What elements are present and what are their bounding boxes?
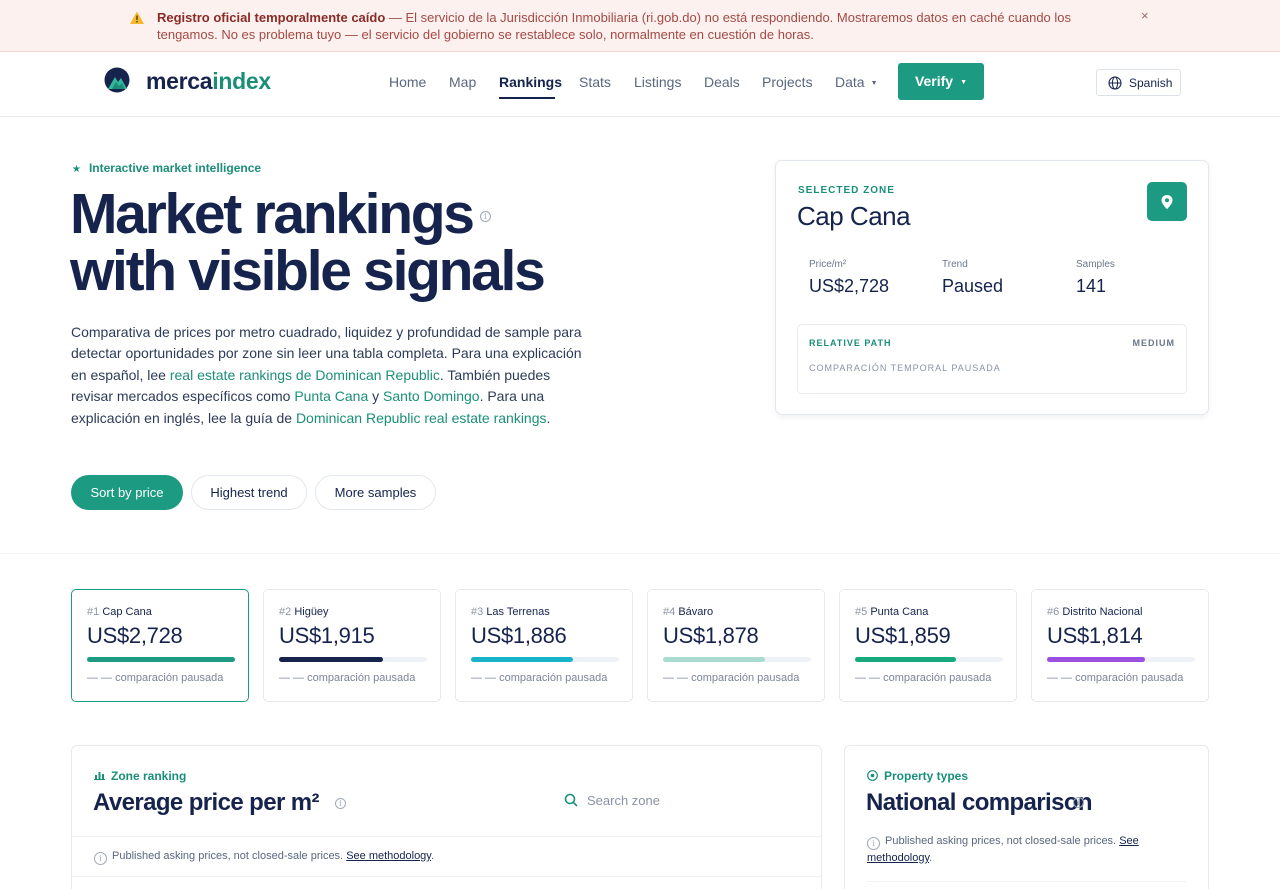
more-samples-button[interactable]: More samples — [315, 475, 436, 510]
zone-ranking-panel: Zone ranking Average price per m² i Sear… — [71, 745, 822, 889]
ranking-comparison: — — comparación pausada — [855, 672, 992, 684]
nav-data[interactable]: Data ▼ — [835, 74, 878, 90]
zone-price-value: US$2,728 — [809, 276, 890, 296]
ranking-card[interactable]: #5 Punta Cana US$1,859 — — comparación pau… — [839, 589, 1017, 702]
ranking-zone: #1 Cap Cana — [87, 606, 152, 618]
ranking-bar — [471, 657, 573, 662]
map-pin-icon — [1161, 195, 1173, 209]
chart-icon — [94, 772, 105, 780]
ranking-card[interactable]: #2 Higüey US$1,915 — — comparación pausada — [263, 589, 441, 702]
nav-projects[interactable]: Projects — [762, 74, 813, 90]
ranking-card[interactable]: #1 Cap Cana US$2,728 — — comparación pausa… — [71, 589, 249, 702]
nav-map[interactable]: Map — [449, 74, 476, 90]
methodology-note: i Published asking prices, not closed-sal… — [867, 835, 1139, 864]
ranking-card[interactable]: #4 Bávaro US$1,878 — — comparación pausada — [647, 589, 825, 702]
top-navigation: mercaindex Home Map Rankings Stats Listi… — [0, 53, 1280, 117]
language-selector[interactable]: Spanish — [1096, 69, 1181, 96]
zone-trend-value: Paused — [942, 276, 1004, 296]
ranking-bar-track — [1047, 657, 1195, 662]
nav-rankings[interactable]: Rankings — [499, 74, 562, 90]
selected-zone-name: Cap Cana — [797, 201, 911, 231]
panel-eyebrow: Property types — [867, 769, 968, 783]
search-zone-input[interactable]: Search zone — [564, 793, 660, 808]
caret-down-icon: ▼ — [870, 80, 878, 87]
zone-panel-title: Average price per m² — [93, 789, 319, 816]
hero-eyebrow: ★ Interactive market intelligence — [72, 161, 262, 175]
hero-description: Comparativa de prices por metro cuadrado… — [71, 324, 582, 426]
info-icon[interactable]: i — [335, 798, 346, 809]
path-level: MEDIUM — [1132, 338, 1175, 348]
sort-by-price-button[interactable]: Sort by price — [71, 475, 183, 510]
globe-icon — [1108, 76, 1122, 90]
logo-icon[interactable] — [104, 67, 130, 93]
ranking-comparison: — — comparación pausada — [1047, 672, 1184, 684]
nav-listings[interactable]: Listings — [634, 74, 681, 90]
alert-banner: Registro oficial temporalmente caído — E… — [0, 0, 1280, 52]
ranking-price: US$2,728 — [87, 623, 183, 648]
ranking-zone: #4 Bávaro — [663, 606, 714, 618]
ranking-price: US$1,915 — [279, 623, 375, 648]
property-types-panel: Property types National comparison i i Pu… — [844, 745, 1209, 889]
link-rankings-en[interactable]: Dominican Republic real estate rankings — [296, 410, 547, 426]
ranking-bar — [1047, 657, 1145, 662]
ranking-bar-track — [279, 657, 427, 662]
ranking-bar-track — [663, 657, 811, 662]
close-icon[interactable]: × — [1141, 8, 1149, 23]
alert-message: Registro oficial temporalmente caído — E… — [157, 10, 1072, 42]
ranking-bar — [663, 657, 765, 662]
map-pin-button[interactable] — [1147, 182, 1187, 221]
path-status: COMPARACIÓN TEMPORAL PAUSADA — [809, 363, 1001, 373]
ranking-bar — [279, 657, 383, 662]
ranking-comparison: — — comparación pausada — [471, 672, 608, 684]
nav-stats[interactable]: Stats — [579, 74, 611, 90]
link-rankings-es[interactable]: real estate rankings de Dominican Republ… — [170, 367, 440, 383]
link-santo-domingo[interactable]: Santo Domingo — [383, 388, 480, 404]
verify-button[interactable]: Verify ▼ — [898, 63, 984, 100]
info-icon: i — [867, 837, 880, 850]
info-icon[interactable]: i — [480, 211, 491, 222]
nav-home[interactable]: Home — [389, 74, 426, 90]
ranking-zone: #3 Las Terrenas — [471, 606, 550, 618]
selected-zone-card: SELECTED ZONE Cap Cana Price/m² US$2,728… — [775, 160, 1209, 415]
target-icon — [867, 770, 878, 781]
ranking-price: US$1,878 — [663, 623, 759, 648]
zone-samples-value: 141 — [1076, 276, 1107, 296]
star-icon: ★ — [72, 164, 81, 175]
relative-path-box: RELATIVE PATH MEDIUM COMPARACIÓN TEMPORA… — [797, 324, 1187, 394]
ranking-comparison: — — comparación pausada — [87, 672, 224, 684]
highest-trend-button[interactable]: Highest trend — [191, 475, 307, 510]
ranking-bar-track — [855, 657, 1003, 662]
ranking-card[interactable]: #6 Distrito Nacional US$1,814 — — comparac… — [1031, 589, 1209, 702]
nav-deals[interactable]: Deals — [704, 74, 740, 90]
types-panel-title: National comparison — [866, 789, 1093, 816]
ranking-price: US$1,886 — [471, 623, 567, 648]
ranking-comparison: — — comparación pausada — [279, 672, 416, 684]
ranking-bar — [855, 657, 956, 662]
info-icon[interactable]: i — [1073, 797, 1084, 808]
ranking-zone: #2 Higüey — [279, 606, 329, 618]
ranking-bar-track — [87, 657, 235, 662]
active-nav-indicator — [499, 97, 555, 99]
ranking-comparison: — — comparación pausada — [663, 672, 800, 684]
ranking-card[interactable]: #3 Las Terrenas US$1,886 — — comparación p… — [455, 589, 633, 702]
brand-name[interactable]: mercaindex — [146, 68, 271, 95]
panel-eyebrow: Zone ranking — [94, 769, 186, 783]
ranking-bar — [87, 657, 235, 662]
link-punta-cana[interactable]: Punta Cana — [294, 388, 368, 404]
ranking-price: US$1,814 — [1047, 623, 1143, 648]
ranking-zone: #6 Distrito Nacional — [1047, 606, 1143, 618]
methodology-note: i Published asking prices, not closed-sal… — [94, 848, 434, 865]
section-divider — [0, 553, 1280, 554]
ranking-bar-track — [471, 657, 619, 662]
warning-icon — [130, 11, 144, 24]
ranking-zone: #5 Punta Cana — [855, 606, 929, 618]
methodology-link[interactable]: See methodology — [346, 850, 431, 862]
search-icon — [564, 793, 578, 807]
ranking-price: US$1,859 — [855, 623, 951, 648]
info-icon: i — [94, 852, 107, 865]
caret-down-icon: ▼ — [960, 79, 968, 86]
page-title: Market rankings with visible signals — [70, 182, 546, 303]
